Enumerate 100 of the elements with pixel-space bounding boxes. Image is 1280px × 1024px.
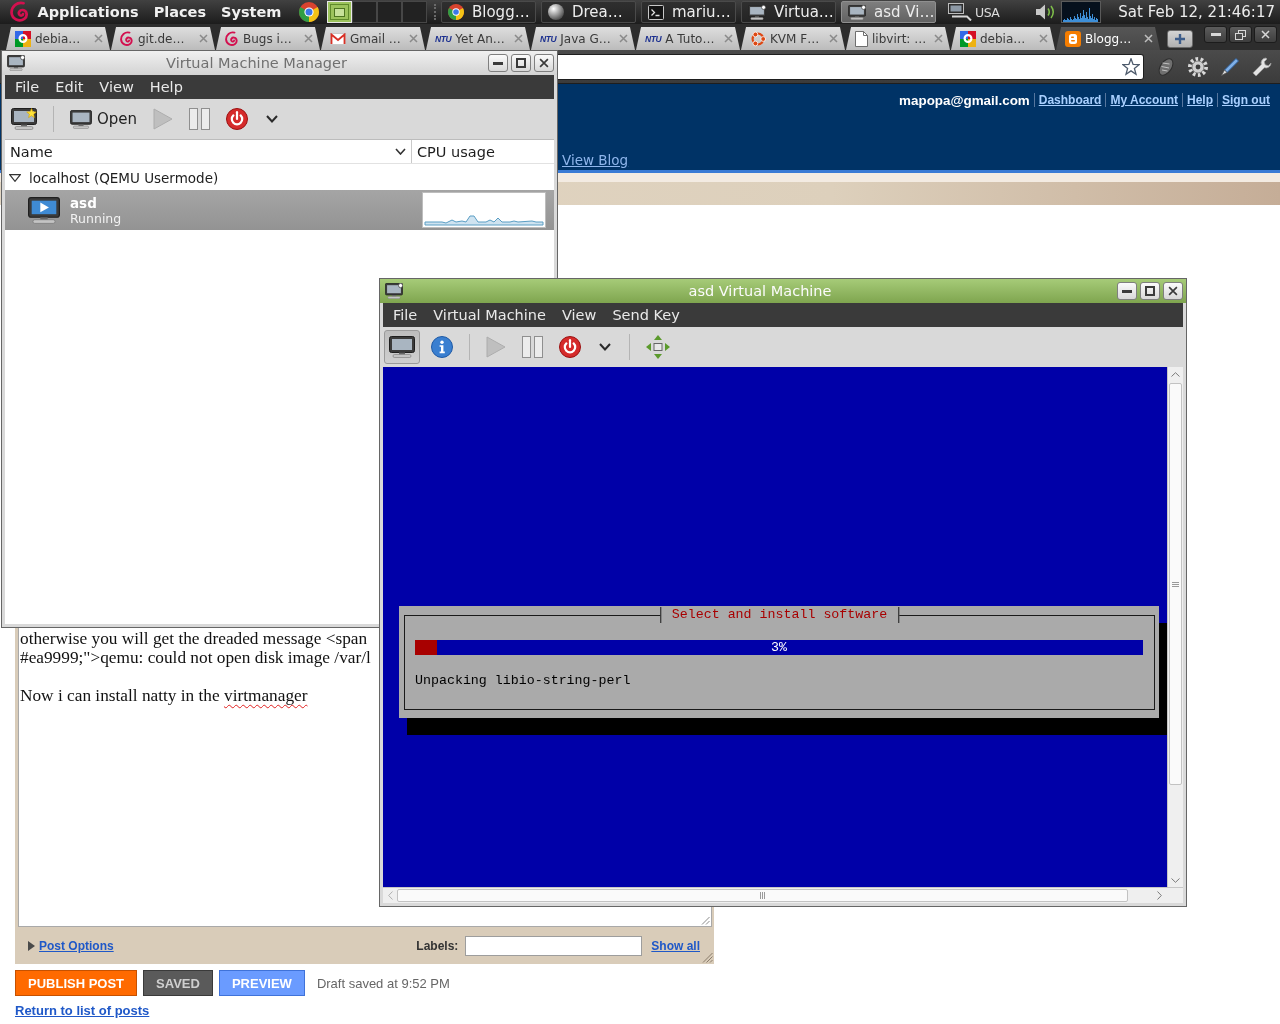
pause-icon [189,108,211,130]
menu-item[interactable]: View [91,76,142,98]
horizontal-scrollbar[interactable] [383,887,1183,903]
minimize-button[interactable] [488,54,508,72]
menu-item[interactable]: Edit [47,76,92,98]
arrow-down-icon[interactable] [1171,877,1180,883]
triangle-right-icon[interactable] [28,940,35,951]
scrollbar-thumb[interactable] [1169,383,1182,785]
taskbar-button[interactable]: asd Vi… [841,1,936,23]
pen-icon[interactable] [1220,56,1240,77]
browser-tab[interactable]: Gmail … [321,27,425,50]
return-link[interactable]: Return to list of posts [15,1003,150,1018]
scrollbar-thumb[interactable] [397,889,1128,902]
maximize-button[interactable] [1140,282,1160,300]
minimize-button[interactable] [1204,26,1227,43]
close-icon[interactable] [1168,286,1178,296]
ring-dots-icon [750,30,766,47]
window-thumbnail-icon [330,4,349,20]
browser-tab[interactable]: debia… [951,27,1055,50]
star-icon[interactable] [1122,57,1140,76]
close-button[interactable] [534,54,554,72]
labels-field[interactable] [465,935,643,956]
browser-tab[interactable]: debia… [6,27,110,50]
clock[interactable]: Sat Feb 12, 21:46:17 [1118,3,1280,21]
account-email: mapopa@gmail.com [899,92,1030,108]
close-button[interactable] [1254,26,1277,43]
round-logo-icon[interactable] [299,2,319,22]
system-monitor-graph[interactable] [1061,1,1102,23]
chevron-down-icon [395,148,406,155]
maximize-button[interactable] [511,54,531,72]
maximize-icon [516,58,526,68]
taskbar-button[interactable]: Drea… [541,1,636,23]
vm-console-screen[interactable]: Select and install software 3% Unpacking libio-string-perl [383,367,1167,887]
speaker-icon[interactable] [1036,4,1057,20]
arrow-right-icon[interactable] [1156,891,1162,900]
bug-icon[interactable] [1156,56,1176,77]
close-icon[interactable] [539,58,549,68]
monitor-icon [385,283,403,299]
saved-button[interactable]: SAVED [143,970,213,996]
header-link[interactable]: Dashboard [1033,93,1102,107]
show-all-link[interactable]: Show all [651,938,700,953]
taskbar-button[interactable]: Virtua… [741,1,836,23]
envelope-icon [330,32,346,45]
vertical-scrollbar[interactable] [1167,367,1183,887]
quad-color-icon [15,30,31,47]
caret-icon [266,115,279,123]
round-logo-icon [448,4,464,20]
network-icon[interactable] [948,3,972,21]
post-options-link[interactable]: Post Options [39,938,114,953]
minimize-button[interactable] [1117,282,1137,300]
power-icon [226,108,249,130]
wrench-icon[interactable] [1252,56,1272,77]
swirl-logo-icon[interactable] [10,1,30,23]
browser-tab[interactable]: libvirt: … [846,27,950,50]
header-link[interactable]: My Account [1105,93,1178,107]
console-button[interactable] [384,330,420,364]
header-link[interactable]: Sign out [1217,93,1270,107]
panel-menu[interactable]: System [213,1,289,23]
triangle-down-icon[interactable] [9,174,21,182]
address-field[interactable] [557,53,1144,80]
close-button[interactable] [1163,282,1183,300]
header-link[interactable]: Help [1182,93,1213,107]
taskbar-button[interactable]: Blogg… [441,1,536,23]
browser-tab[interactable]: NTU A Tuto… [636,27,740,50]
resize-grip-icon[interactable] [702,952,713,963]
open-button[interactable]: Open [65,102,143,136]
labels-label: Labels: [416,938,459,953]
browser-tab[interactable]: KVM F… [741,27,845,50]
resize-grip-icon[interactable] [701,916,710,925]
view-blog-link[interactable]: View Blog [562,152,629,168]
taskbar-button[interactable]: mariu… [641,1,736,23]
restore-button[interactable] [1229,26,1252,43]
menu-item[interactable]: File [7,76,48,98]
arrow-up-icon[interactable] [1171,371,1180,377]
site-logo: NTU [645,33,662,44]
menu-item[interactable]: Virtual Machine [425,304,554,326]
browser-tab[interactable]: Bugs i… [216,27,320,50]
browser-tab[interactable]: Blogg… [1056,27,1160,50]
keyboard-layout[interactable]: USA [975,4,1000,20]
grip-icon [760,892,765,899]
menu-item[interactable]: Help [141,76,191,98]
browser-tab[interactable]: NTU Yet An… [426,27,530,50]
monitor-play-icon [28,196,60,224]
monitor-star-icon [11,108,37,130]
menu-item[interactable]: View [553,304,605,326]
panel-menu[interactable]: Applications [30,1,147,23]
menu-item[interactable]: Send Key [604,304,688,326]
minimize-icon [1122,289,1132,293]
panel-menu[interactable]: Places [146,1,214,23]
info-icon [431,336,453,358]
browser-tab[interactable]: NTU Java G… [531,27,635,50]
close-icon[interactable] [1144,34,1153,43]
site-logo: NTU [540,33,557,44]
plus-icon [1174,33,1186,45]
gear-icon[interactable] [1188,56,1208,77]
menu-item[interactable]: File [385,304,426,326]
minimize-icon [493,61,503,65]
host-name[interactable]: localhost (QEMU Usermode) [29,170,219,186]
browser-tab[interactable]: git.de… [111,27,215,50]
new-tab-button[interactable] [1167,30,1193,48]
